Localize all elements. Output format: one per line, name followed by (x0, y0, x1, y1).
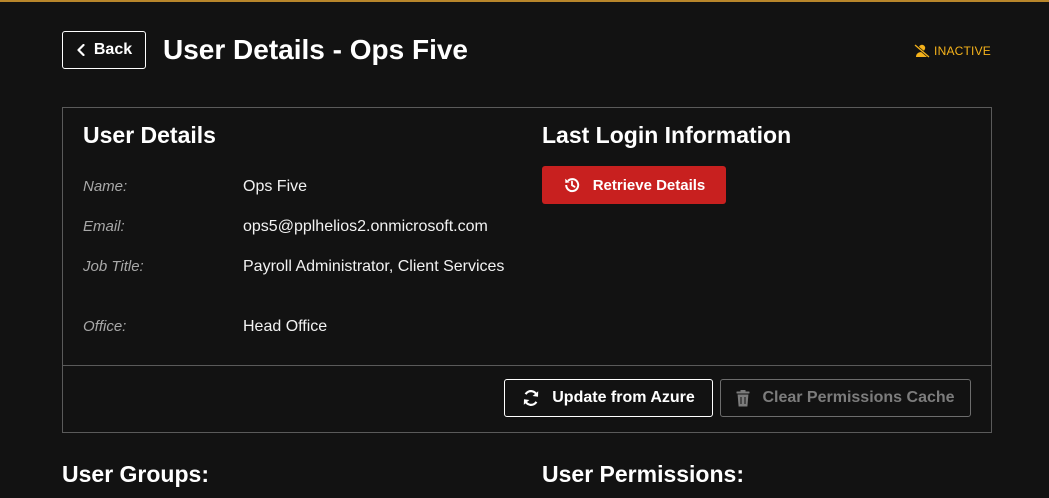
retrieve-details-button[interactable]: Retrieve Details (542, 166, 726, 204)
status-badge: INACTIVE (914, 44, 991, 58)
back-button[interactable]: Back (62, 31, 146, 69)
sync-icon (524, 390, 539, 406)
name-value: Ops Five (243, 178, 308, 195)
card-divider (63, 365, 991, 366)
job-title-label: Job Title: (83, 258, 144, 275)
user-groups-heading: User Groups: (62, 461, 209, 487)
user-details-heading: User Details (83, 122, 216, 148)
email-value: ops5@pplhelios2.onmicrosoft.com (243, 218, 488, 235)
chevron-left-icon (77, 44, 85, 56)
update-from-azure-label: Update from Azure (552, 389, 695, 406)
status-text: INACTIVE (934, 44, 991, 58)
office-value: Head Office (243, 318, 328, 335)
page-title: User Details - Ops Five (163, 34, 469, 65)
clear-permissions-cache-button[interactable]: Clear Permissions Cache (720, 379, 971, 417)
last-login-heading: Last Login Information (542, 122, 792, 148)
history-icon (564, 178, 579, 193)
email-label: Email: (83, 218, 125, 235)
retrieve-details-label: Retrieve Details (592, 176, 706, 194)
job-title-value: Payroll Administrator, Client Services (243, 258, 505, 275)
trash-icon (736, 389, 750, 406)
update-from-azure-button[interactable]: Update from Azure (504, 379, 713, 417)
user-permissions-heading: User Permissions: (542, 461, 744, 487)
user-details-card: User Details Name: Ops Five Email: ops5@… (62, 107, 992, 433)
name-label: Name: (83, 178, 128, 195)
back-button-label: Back (93, 41, 133, 58)
top-accent-bar (0, 0, 1049, 2)
user-slash-icon (914, 44, 930, 58)
office-label: Office: (83, 318, 127, 335)
clear-permissions-cache-label: Clear Permissions Cache (762, 389, 955, 406)
